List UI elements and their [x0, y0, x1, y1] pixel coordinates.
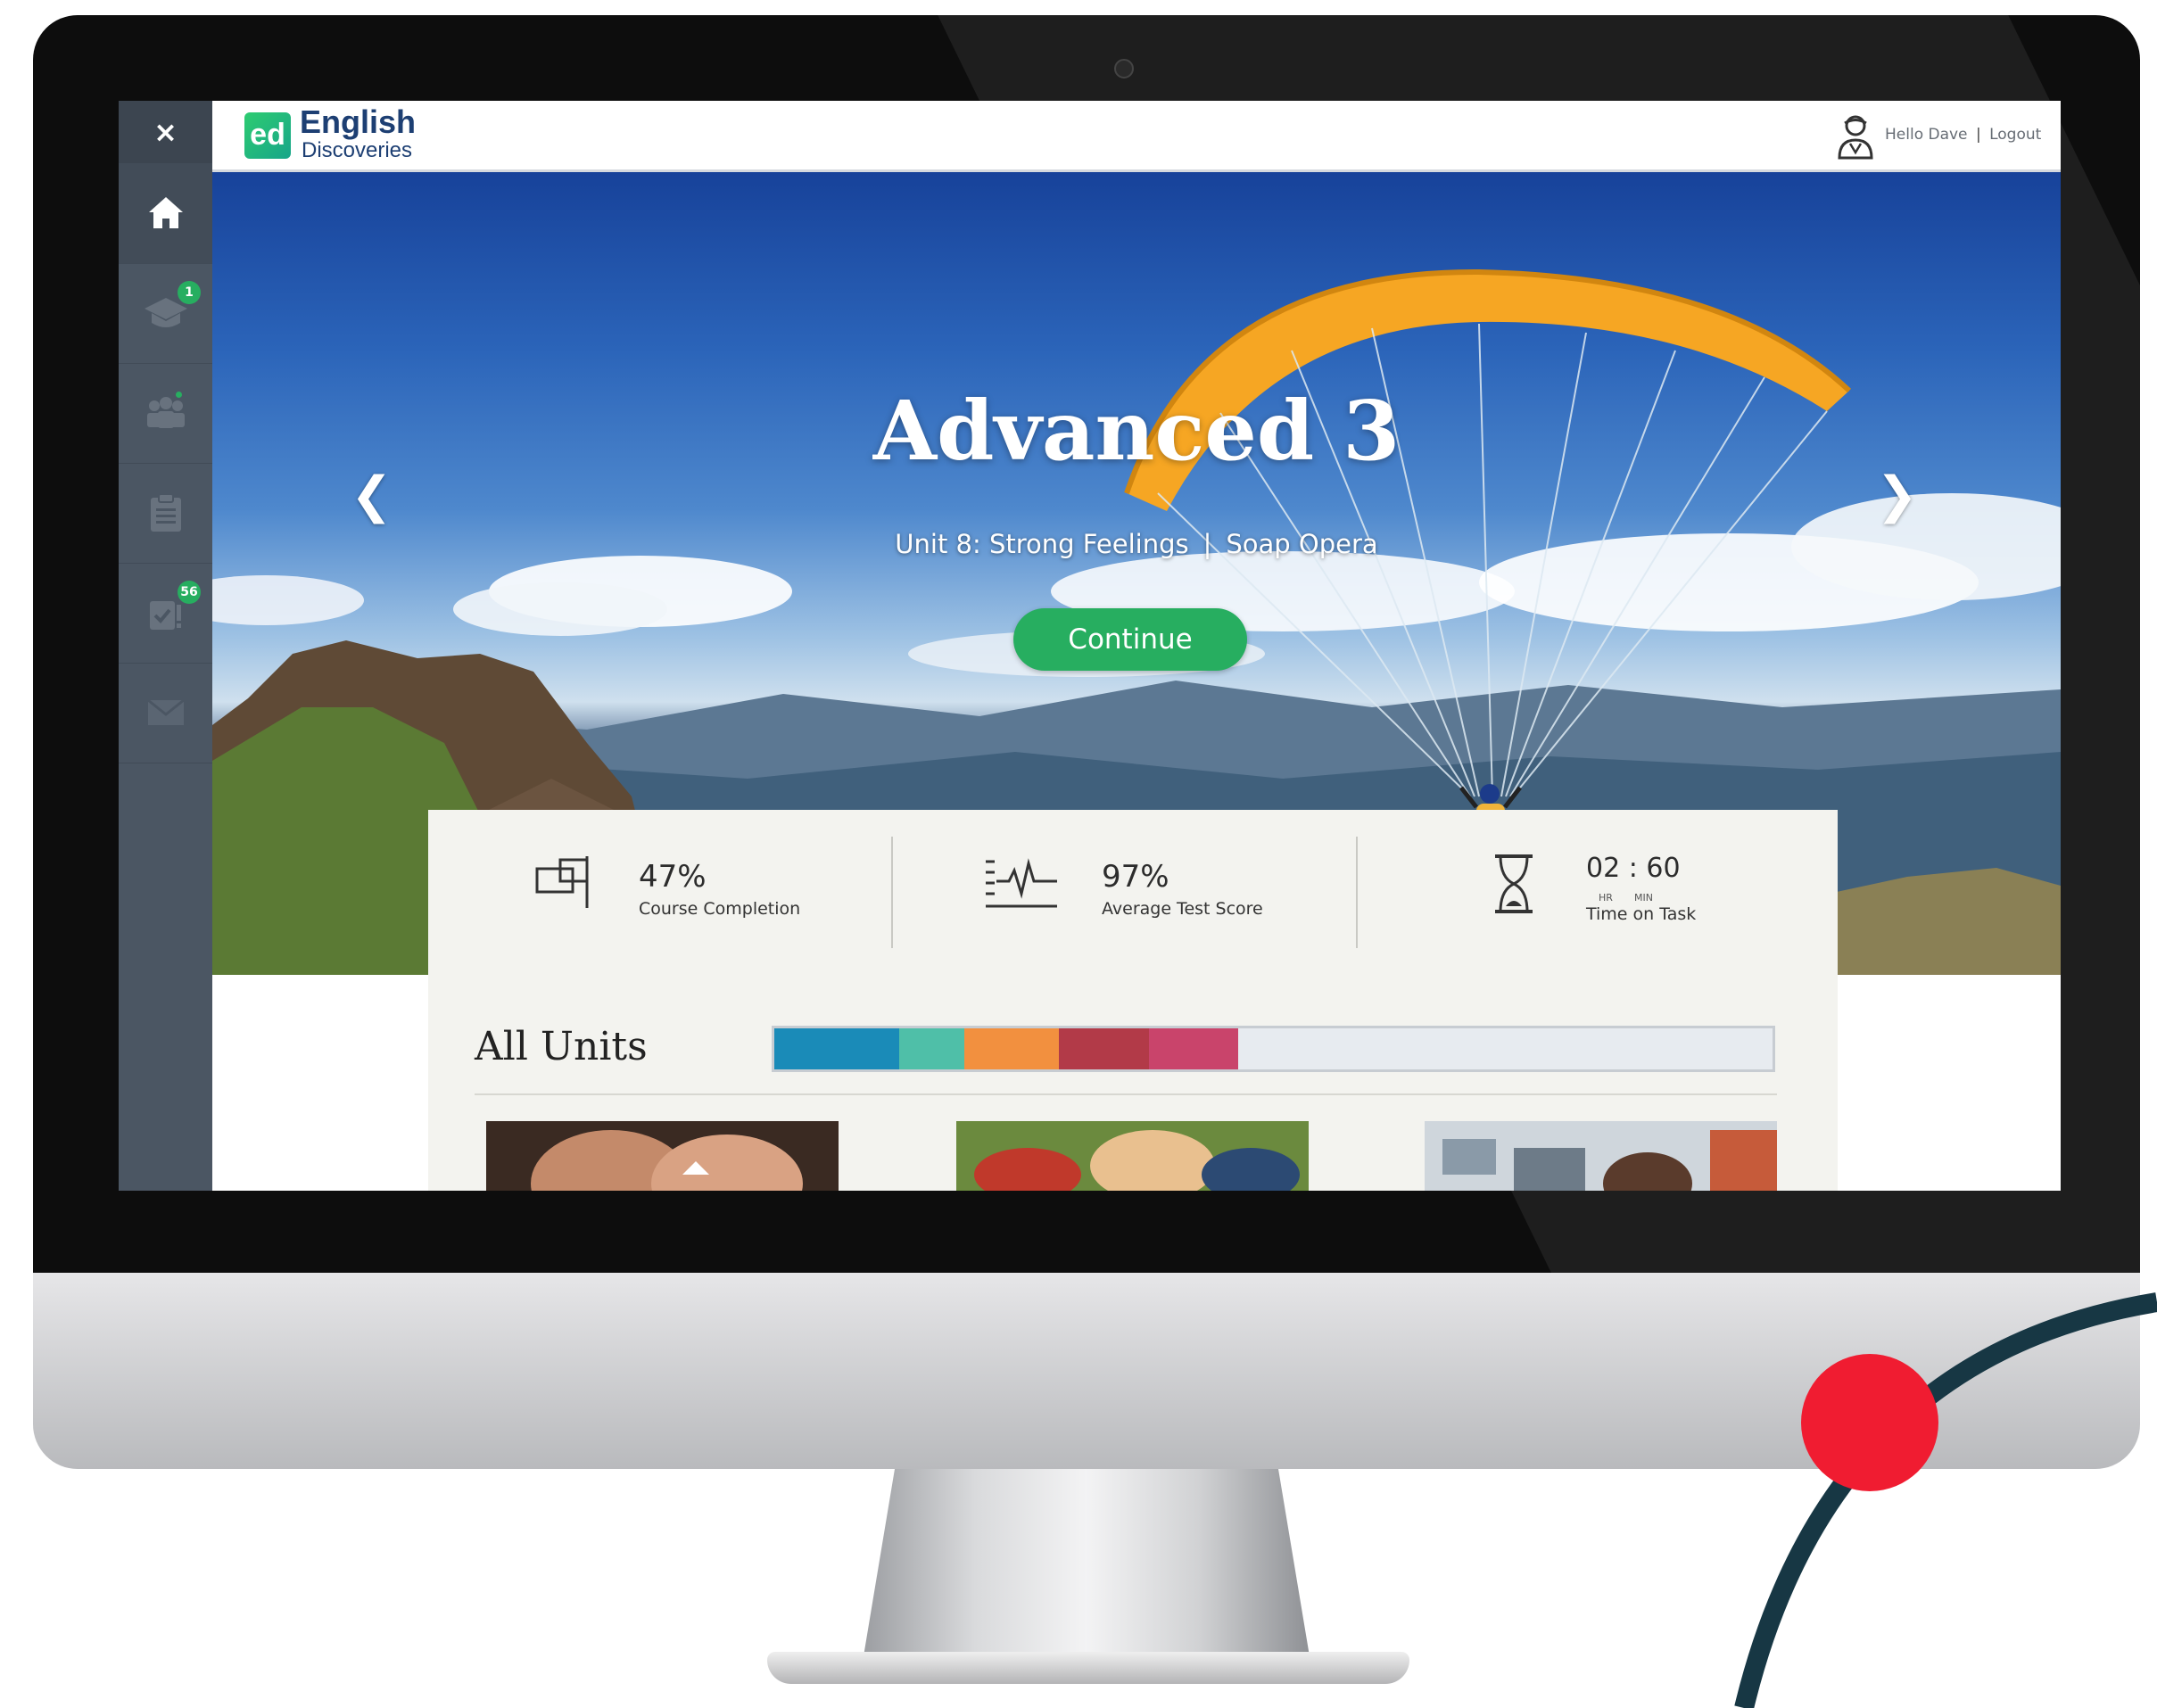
decorative-arc — [1734, 1292, 2157, 1708]
red-dot-decoration — [1801, 1354, 1938, 1491]
